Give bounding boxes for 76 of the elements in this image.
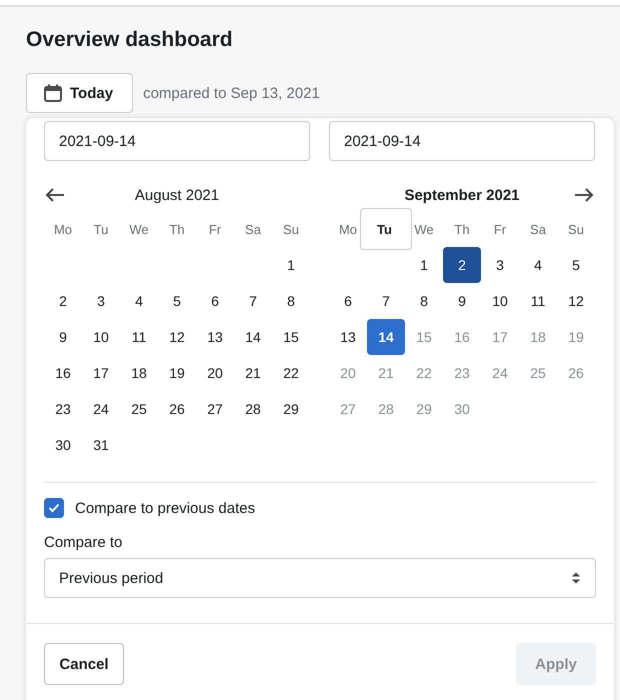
calendar-day[interactable]: 5 [158, 283, 196, 319]
weekday-label: Su [283, 222, 299, 236]
page-title: Overview dashboard [26, 27, 234, 53]
weekday-label: We [414, 222, 434, 236]
calendar-day[interactable]: 17 [82, 355, 120, 391]
calendar-day[interactable]: 30 [44, 427, 82, 463]
calendar-day[interactable]: 24 [82, 391, 120, 427]
calendar-day[interactable]: 11 [519, 283, 557, 319]
calendar-day[interactable]: 18 [120, 355, 158, 391]
calendar-day[interactable]: 21 [234, 355, 272, 391]
weekday-label: Th [454, 222, 470, 236]
previous-month-arrow-icon[interactable] [45, 187, 65, 203]
checkbox-label: Compare to previous dates [75, 500, 256, 516]
calendar-day[interactable]: 2 [44, 283, 82, 319]
field-label: Compare to [44, 534, 124, 551]
calendar-day[interactable]: 14 [234, 319, 272, 355]
calendar-day[interactable]: 16 [44, 355, 82, 391]
calendar-day[interactable]: 12 [158, 319, 196, 355]
weekday-label: Fr [494, 222, 506, 236]
calendar-day[interactable]: 10 [481, 283, 519, 319]
calendar-day[interactable]: 15 [272, 319, 310, 355]
select-caret-icon [571, 571, 581, 585]
weekday-label: Sa [245, 222, 261, 236]
calendar-day[interactable]: 7 [367, 283, 405, 319]
start-date-field[interactable]: 2021-09-14 [44, 121, 310, 161]
calendar-day[interactable]: 29 [272, 391, 310, 427]
month-title: August 2021 [134, 186, 220, 204]
calendar-day[interactable]: 6 [329, 283, 367, 319]
calendar-day[interactable]: 9 [44, 319, 82, 355]
calendar-day[interactable]: 2 [443, 247, 481, 283]
calendar-day[interactable]: 25 [120, 391, 158, 427]
calendar-day[interactable]: 19 [158, 355, 196, 391]
compare-select[interactable]: Previous period [44, 558, 596, 598]
calendar-day[interactable]: 23 [44, 391, 82, 427]
end-date-field[interactable]: 2021-09-14 [329, 121, 595, 161]
month-title: September 2021 [404, 186, 520, 204]
calendar-day[interactable]: 22 [272, 355, 310, 391]
weekday-label: Tu [360, 208, 412, 250]
checkbox[interactable] [44, 498, 64, 518]
calendar-day[interactable]: 4 [120, 283, 158, 319]
calendar-day[interactable]: 8 [405, 283, 443, 319]
calendar-day[interactable]: 9 [443, 283, 481, 319]
calendar-day[interactable]: 31 [82, 427, 120, 463]
next-month-arrow-icon[interactable] [574, 187, 594, 203]
calendar-day[interactable]: 10 [82, 319, 120, 355]
calendar-day[interactable]: 11 [120, 319, 158, 355]
weekday-label: Su [568, 222, 584, 236]
weekday-label: Mo [338, 222, 358, 236]
calendar-day[interactable]: 20 [196, 355, 234, 391]
calendar-day[interactable]: 1 [272, 247, 310, 283]
calendar-day[interactable]: 13 [329, 319, 367, 355]
calendar-day[interactable]: 3 [82, 283, 120, 319]
calendar-day[interactable]: 13 [196, 319, 234, 355]
calendar-day[interactable]: 27 [196, 391, 234, 427]
calendar-day[interactable]: 26 [158, 391, 196, 427]
calendar-day[interactable]: 4 [519, 247, 557, 283]
weekday-label: Mo [54, 222, 72, 236]
calendar-day[interactable]: 8 [272, 283, 310, 319]
calendar-day[interactable]: 5 [557, 247, 595, 283]
calendar-day[interactable]: 7 [234, 283, 272, 319]
cancel-button[interactable]: Cancel [44, 643, 124, 685]
date-range-button[interactable]: Today [26, 73, 134, 113]
weekday-label: Sa [530, 222, 546, 236]
calendar-day[interactable]: 1 [405, 247, 443, 283]
weekday-label: We [129, 222, 149, 236]
calendar-day[interactable]: 6 [196, 283, 234, 319]
weekday-label: Tu [94, 222, 108, 236]
weekday-label: Th [169, 222, 185, 236]
calendar-day[interactable]: 12 [557, 283, 595, 319]
calendar-day[interactable]: 28 [234, 391, 272, 427]
calendar-day[interactable]: 3 [481, 247, 519, 283]
calendar-day[interactable]: 14 [367, 319, 405, 355]
comparison-text: compared to Sep 13, 2021 [143, 84, 320, 102]
weekday-label: Fr [208, 222, 222, 236]
calendar-icon [43, 83, 63, 103]
checkmark-icon [48, 503, 60, 513]
